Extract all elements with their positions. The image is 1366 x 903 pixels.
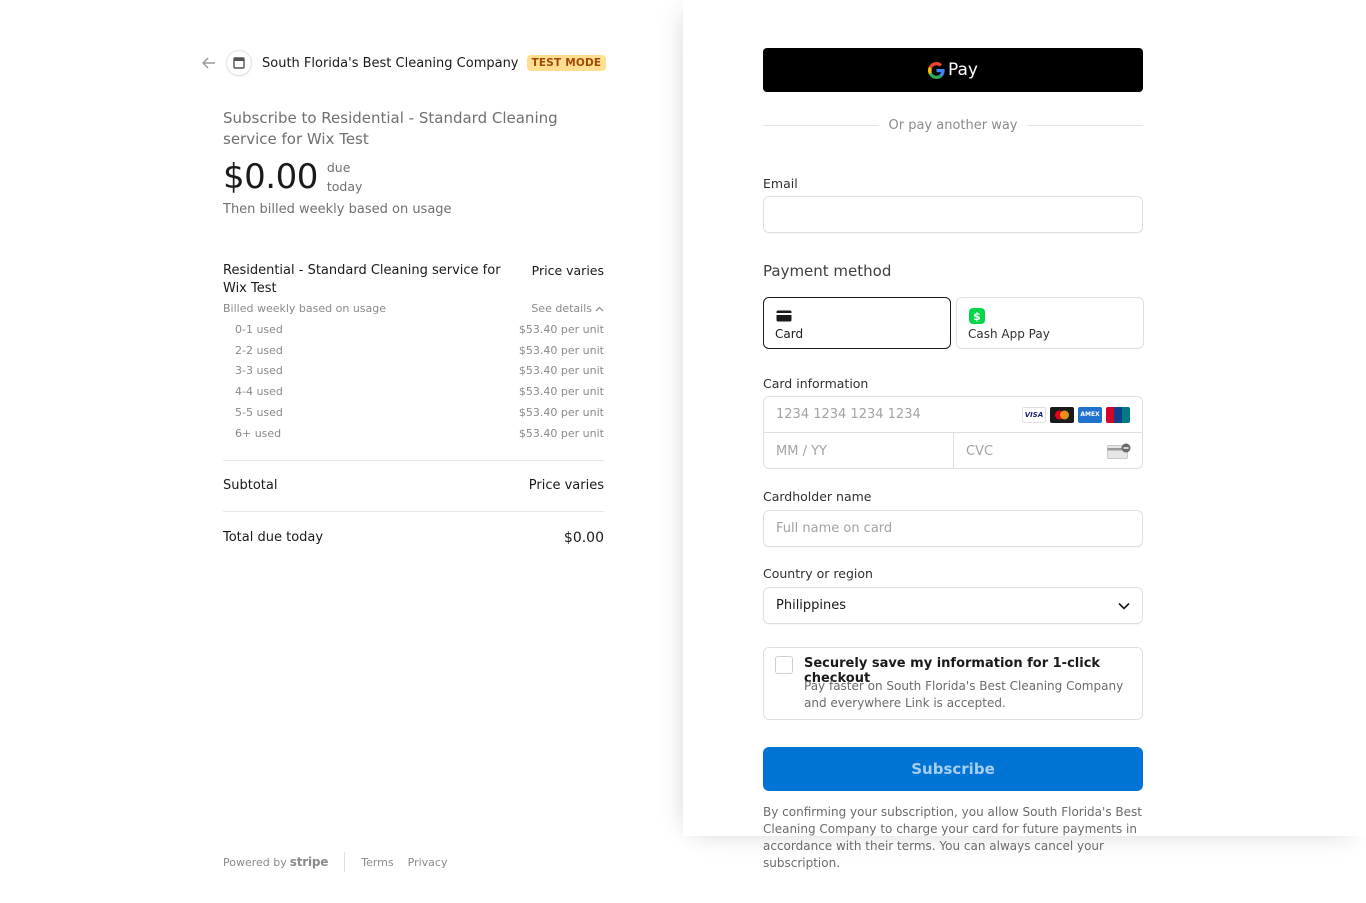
price-row: $0.00 due today: [223, 156, 377, 198]
mastercard-icon: [1050, 406, 1074, 423]
billing-note: Then billed weekly based on usage: [223, 202, 452, 217]
terms-link[interactable]: Terms: [361, 856, 393, 869]
tier-list: 0-1 used $53.40 per unit 2-2 used $53.40 p…: [223, 319, 604, 444]
cardholder-label: Cardholder name: [763, 489, 872, 504]
payment-method-cash-app-label: Cash App Pay: [968, 327, 1050, 341]
card-brands: VISA AMEX: [1022, 406, 1130, 423]
test-mode-badge: TEST MODE: [526, 55, 607, 71]
store-name[interactable]: South Florida's Best Cleaning Company: [262, 56, 519, 71]
price-amount: $0.00: [223, 157, 318, 197]
tier-row: 4-4 used $53.40 per unit: [235, 385, 604, 399]
card-number-input[interactable]: 1234 1234 1234 1234 VISA AMEX: [764, 397, 1142, 433]
unionpay-icon: [1106, 406, 1130, 423]
save-info-description: Pay faster on South Florida's Best Clean…: [804, 679, 1124, 710]
country-label: Country or region: [763, 566, 873, 581]
link-save-box: Securely save my information for 1-click…: [763, 647, 1143, 720]
total-label: Total due today: [223, 530, 324, 545]
tier-row: 5-5 used $53.40 per unit: [235, 406, 604, 420]
tier-row: 6+ used $53.40 per unit: [235, 426, 604, 440]
line-item-name: Residential - Standard Cleaning service …: [223, 263, 501, 296]
footer-separator: [344, 852, 346, 872]
google-pay-label: Pay: [948, 60, 978, 80]
country-select[interactable]: Philippines: [763, 587, 1143, 624]
chevron-down-icon: [1118, 602, 1130, 610]
subtotal-label: Subtotal: [223, 478, 278, 493]
card-info-group: 1234 1234 1234 1234 VISA AMEX MM / YY CV…: [763, 396, 1143, 469]
subtotal-row: Subtotal Price varies: [223, 478, 604, 493]
total-row: Total due today $0.00: [223, 530, 604, 546]
order-summary-panel: South Florida's Best Cleaning Company TE…: [0, 0, 683, 903]
header: South Florida's Best Cleaning Company TE…: [198, 50, 607, 76]
see-details-link[interactable]: See details: [531, 302, 604, 315]
due-label: due today: [326, 160, 363, 194]
footer: Powered by stripe Terms Privacy: [223, 852, 461, 872]
cash-app-icon: $: [969, 308, 985, 324]
tier-row: 2-2 used $53.40 per unit: [235, 343, 604, 357]
divider: [223, 460, 604, 461]
cvc-placeholder: CVC: [966, 443, 994, 459]
privacy-link[interactable]: Privacy: [408, 856, 448, 869]
subscribe-label: Subscribe: [911, 760, 995, 778]
cvc-input[interactable]: CVC: [954, 433, 1143, 469]
powered-by-text: Powered by: [223, 855, 287, 869]
line-item-price: Price varies: [531, 263, 604, 278]
or-divider-text: Or pay another way: [888, 118, 1018, 133]
tier-row: 0-1 used $53.40 per unit: [235, 322, 604, 336]
chevron-up-icon: [595, 306, 604, 311]
card-number-placeholder: 1234 1234 1234 1234: [776, 407, 921, 422]
card-info-label: Card information: [763, 376, 869, 391]
payment-method-title: Payment method: [763, 262, 892, 280]
or-divider: Or pay another way: [763, 118, 1143, 133]
country-value: Philippines: [776, 598, 847, 613]
divider: [223, 511, 604, 512]
credit-card-icon: [776, 310, 792, 322]
amex-icon: AMEX: [1078, 406, 1102, 423]
back-arrow-icon[interactable]: [198, 52, 220, 74]
email-label: Email: [763, 176, 798, 191]
cvc-card-icon: [1107, 443, 1131, 459]
subscribe-button[interactable]: Subscribe: [763, 747, 1143, 791]
save-info-checkbox[interactable]: [775, 656, 793, 674]
stripe-logo[interactable]: stripe: [290, 855, 329, 869]
cardholder-name-field[interactable]: Full name on card: [763, 510, 1143, 547]
subscription-title: Subscribe to Residential - Standard Clea…: [223, 109, 558, 148]
legal-text: By confirming your subscription, you all…: [763, 805, 1142, 870]
visa-icon: VISA: [1022, 406, 1046, 423]
line-item-billing: Billed weekly based on usage: [223, 302, 387, 315]
email-field[interactable]: [763, 196, 1143, 233]
tier-row: 3-3 used $53.40 per unit: [235, 364, 604, 378]
payment-method-cash-app[interactable]: $ Cash App Pay: [956, 297, 1144, 349]
google-pay-button[interactable]: Pay: [763, 48, 1143, 92]
expiry-input[interactable]: MM / YY: [764, 433, 954, 469]
expiry-placeholder: MM / YY: [776, 443, 827, 459]
payment-method-card[interactable]: Card: [763, 297, 951, 349]
store-icon: [226, 50, 252, 76]
payment-method-card-label: Card: [775, 327, 804, 341]
cardholder-placeholder: Full name on card: [776, 521, 893, 536]
google-g-icon: [928, 61, 945, 79]
total-value: $0.00: [563, 530, 604, 546]
line-item: Residential - Standard Cleaning service …: [223, 262, 604, 444]
subtotal-value: Price varies: [528, 478, 604, 493]
